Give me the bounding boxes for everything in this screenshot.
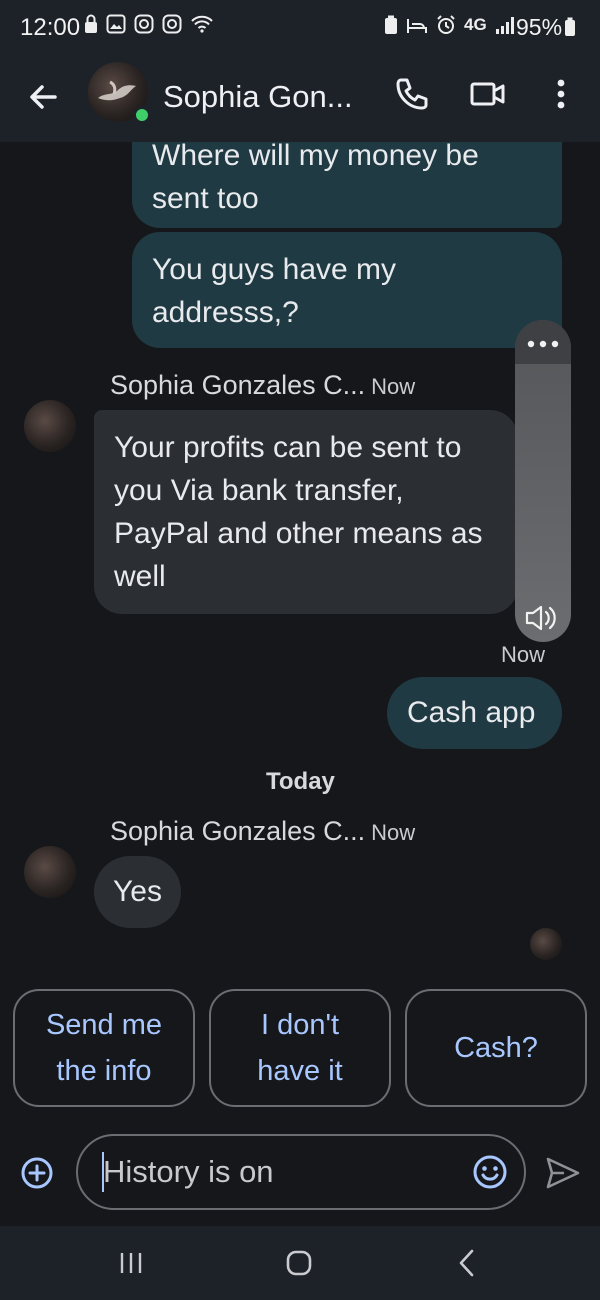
volume-icon: [525, 605, 556, 631]
sender-line: Sophia Gonzales C... Now: [110, 816, 415, 847]
contact-name[interactable]: Sophia Gon...: [163, 79, 353, 115]
message-text: Your profits can be sent to you Via bank…: [114, 431, 483, 593]
message-text: Yes: [113, 875, 162, 908]
message-time: Now: [371, 820, 416, 845]
read-receipt-avatar: [530, 928, 562, 960]
status-time: 12:00: [20, 14, 81, 41]
speaker-button[interactable]: [521, 600, 565, 636]
status-icons-right: 4G: [384, 15, 517, 35]
send-button[interactable]: [544, 1155, 582, 1191]
network-label: 4G: [464, 15, 487, 34]
sender-name: Sophia Gonzales C...: [110, 370, 366, 400]
chevron-left-icon: [459, 1249, 474, 1277]
sleep-icon: [407, 19, 427, 33]
back-button[interactable]: [22, 76, 64, 118]
more-options-button[interactable]: [546, 74, 576, 114]
online-status-dot: [133, 106, 151, 124]
message-time: Now: [371, 374, 416, 399]
instagram-icon-2: [162, 14, 182, 34]
emoji-button[interactable]: [472, 1154, 508, 1190]
signal-icon: [495, 17, 514, 34]
incoming-message[interactable]: Yes: [94, 856, 181, 928]
more-vert-icon: [557, 79, 565, 109]
read-aloud-panel[interactable]: [515, 320, 571, 642]
smart-reply-label: I don't have it: [257, 1009, 343, 1087]
more-horiz-icon: [527, 340, 559, 348]
message-text: You guys have my addresss,?: [152, 253, 397, 329]
status-icons-left: [84, 14, 214, 34]
smart-reply-chip[interactable]: I don't have it: [209, 989, 391, 1107]
smart-reply-label: Cash?: [454, 1032, 538, 1064]
instagram-icon: [134, 14, 154, 34]
lock-icon: [85, 14, 97, 33]
arrow-back-icon: [30, 85, 57, 109]
message-input-placeholder[interactable]: History is on: [103, 1154, 274, 1190]
videocam-icon: [470, 82, 505, 106]
outgoing-message[interactable]: Where will my money be sent too: [132, 142, 562, 228]
send-icon: [546, 1157, 580, 1189]
smart-reply-chip[interactable]: Send me the info: [13, 989, 195, 1107]
home-button[interactable]: [285, 1249, 313, 1277]
incoming-message[interactable]: Your profits can be sent to you Via bank…: [94, 410, 518, 614]
attach-button[interactable]: [20, 1156, 54, 1190]
read-aloud-menu-button[interactable]: [515, 320, 571, 364]
battery-level: 95%: [516, 14, 576, 41]
battery-saver-icon: [385, 15, 397, 34]
nav-back-button[interactable]: [457, 1248, 477, 1278]
message-text: Where will my money be sent too: [152, 142, 479, 215]
smart-reply-chip[interactable]: Cash?: [405, 989, 587, 1107]
sender-avatar[interactable]: [24, 846, 76, 898]
gallery-icon: [106, 14, 126, 34]
message-time: Now: [501, 642, 546, 667]
sender-avatar[interactable]: [24, 400, 76, 452]
outgoing-message[interactable]: You guys have my addresss,?: [132, 232, 562, 348]
recent-apps-button[interactable]: [118, 1250, 144, 1276]
sender-name: Sophia Gonzales C...: [110, 816, 366, 846]
home-icon: [286, 1250, 312, 1276]
wifi-icon: [191, 15, 213, 33]
add-circle-icon: [21, 1157, 53, 1189]
emoji-icon: [473, 1155, 507, 1189]
date-divider: Today: [266, 768, 335, 795]
message-text: Cash app: [407, 696, 536, 729]
alarm-icon: [437, 15, 455, 34]
recents-icon: [120, 1253, 142, 1273]
sender-line: Sophia Gonzales C... Now: [110, 370, 415, 401]
smart-reply-label: Send me the info: [45, 1009, 163, 1087]
phone-icon: [396, 78, 428, 110]
outgoing-message[interactable]: Cash app: [387, 677, 562, 749]
battery-percent: 95%: [516, 14, 563, 40]
call-button[interactable]: [392, 74, 432, 114]
battery-icon: [565, 17, 576, 36]
video-call-button[interactable]: [468, 74, 508, 114]
